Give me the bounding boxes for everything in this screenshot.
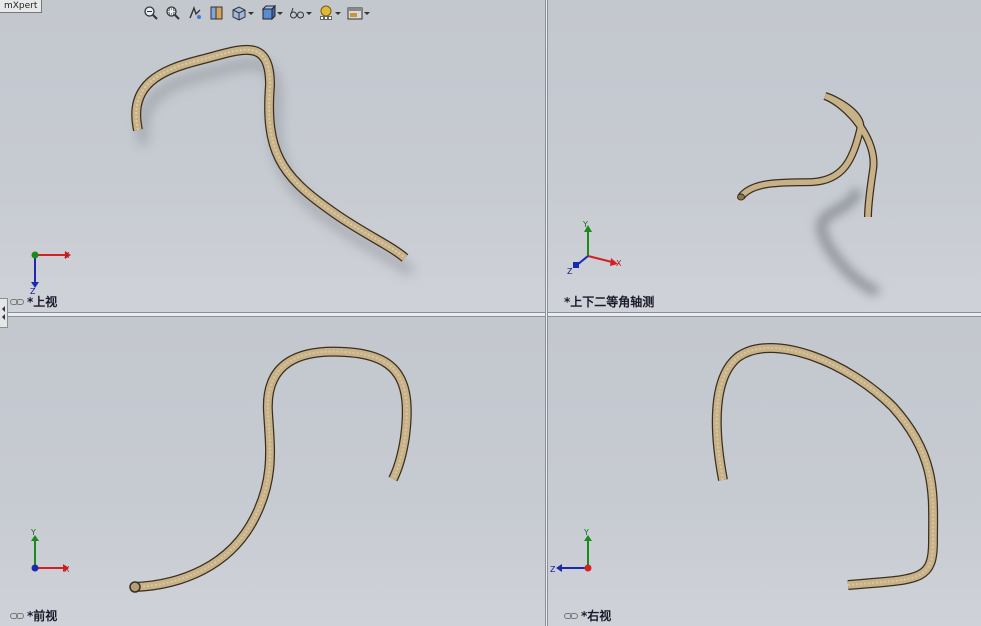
tube-model[interactable] <box>548 317 981 626</box>
view-name: *右视 <box>581 609 612 623</box>
view-label-right: *右视 <box>564 607 611 624</box>
x-axis-label: X <box>616 259 622 268</box>
coordinate-triad: Y Z <box>550 528 592 574</box>
view-label-isometric: *上下二等角轴测 <box>564 293 654 310</box>
z-axis-label: Z <box>550 565 556 574</box>
view-label-front: *前视 <box>10 607 57 624</box>
chevron-left-icon <box>2 306 5 320</box>
link-icon <box>10 298 24 305</box>
x-axis-label: X <box>64 251 70 260</box>
tube-model[interactable] <box>0 0 545 312</box>
z-axis-label: Z <box>567 267 573 276</box>
horizontal-splitter[interactable] <box>0 312 981 317</box>
viewport-front[interactable]: Y X *前视 <box>0 317 545 626</box>
view-name: *上视 <box>27 295 58 309</box>
coordinate-triad: Y X Z <box>567 220 622 276</box>
view-label-top: *上视 <box>10 293 57 310</box>
x-axis-label: X <box>64 565 70 574</box>
link-icon <box>564 612 578 619</box>
viewport-isometric[interactable]: Y X Z *上下二等角轴测 <box>548 0 981 312</box>
link-icon <box>10 612 24 619</box>
vertical-splitter[interactable] <box>545 0 548 626</box>
coordinate-triad: Y X <box>30 528 70 574</box>
panel-collapse-handle[interactable] <box>0 298 8 328</box>
y-axis-label: Y <box>30 528 36 537</box>
coordinate-triad: X Z <box>30 251 71 296</box>
y-axis-label: Y <box>582 220 588 229</box>
viewport-top[interactable]: mXpert X Z *上视 <box>0 0 545 312</box>
view-name: *上下二等角轴测 <box>564 295 655 309</box>
tube-model[interactable] <box>0 317 545 626</box>
viewport-right[interactable]: Y Z *右视 <box>548 317 981 626</box>
y-axis-label: Y <box>583 528 589 537</box>
view-name: *前视 <box>27 609 58 623</box>
x-axis-arrow <box>587 255 613 263</box>
